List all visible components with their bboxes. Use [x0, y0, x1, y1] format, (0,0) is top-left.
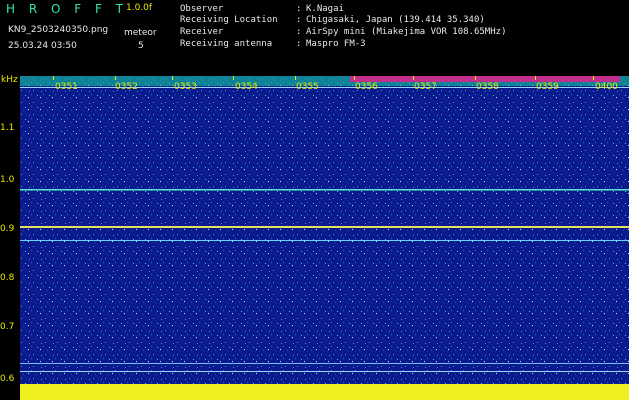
carrier-line-2	[20, 189, 629, 191]
antenna-value: Maspro FM-3	[306, 39, 366, 49]
time-label-0353: 0353	[174, 82, 197, 92]
location-key: Receiving Location	[180, 15, 278, 25]
ytick-0-7: 0.7	[0, 322, 15, 332]
ytick-0-8: 0.8	[0, 273, 15, 283]
observer-value: K.Nagai	[306, 4, 344, 14]
ytick-1-1: 1.1	[0, 123, 15, 133]
time-label-0355: 0355	[296, 82, 319, 92]
time-label-0356: 0356	[355, 82, 378, 92]
ytick-1-0: 1.0	[0, 175, 15, 185]
axis-unit-label: kHz	[1, 75, 18, 85]
spectrogram-canvas	[20, 76, 629, 400]
time-label-0352: 0352	[115, 82, 138, 92]
carrier-line-3	[20, 226, 629, 228]
datetime-label: 25.03.24 03:50	[8, 41, 77, 51]
carrier-line-4	[20, 240, 629, 241]
filename-label: KN9_2503240350.png	[8, 25, 109, 35]
carrier-line-5	[20, 363, 629, 364]
header-panel: H R O F F T 1.0.0f KN9_2503240350.png 25…	[0, 0, 629, 72]
time-label-0351: 0351	[55, 82, 78, 92]
meteor-label: meteor	[124, 28, 157, 38]
receiver-value: AirSpy mini (Miakejima VOR 108.65MHz)	[306, 27, 507, 37]
meteor-count: 5	[138, 41, 144, 51]
antenna-key: Receiving antenna	[180, 39, 273, 49]
time-label-0357: 0357	[414, 82, 437, 92]
frequency-axis	[0, 72, 20, 400]
ytick-0-9: 0.9	[0, 224, 15, 234]
app-title: H R O F F T	[6, 2, 129, 16]
time-label-0358: 0358	[476, 82, 499, 92]
ytick-0-6: 0.6	[0, 374, 15, 384]
receiver-key: Receiver	[180, 27, 224, 37]
version-label: 1.0.0f	[126, 3, 153, 13]
location-value: Chigasaki, Japan (139.414 35.340)	[306, 15, 485, 25]
observer-key: Observer	[180, 4, 224, 14]
time-label-0359: 0359	[536, 82, 559, 92]
carrier-line-6	[20, 371, 629, 372]
time-label-0400: 0400	[595, 82, 618, 92]
spectrogram-background	[20, 76, 629, 400]
bottom-yellow-band	[20, 384, 629, 400]
time-label-0354: 0354	[235, 82, 258, 92]
